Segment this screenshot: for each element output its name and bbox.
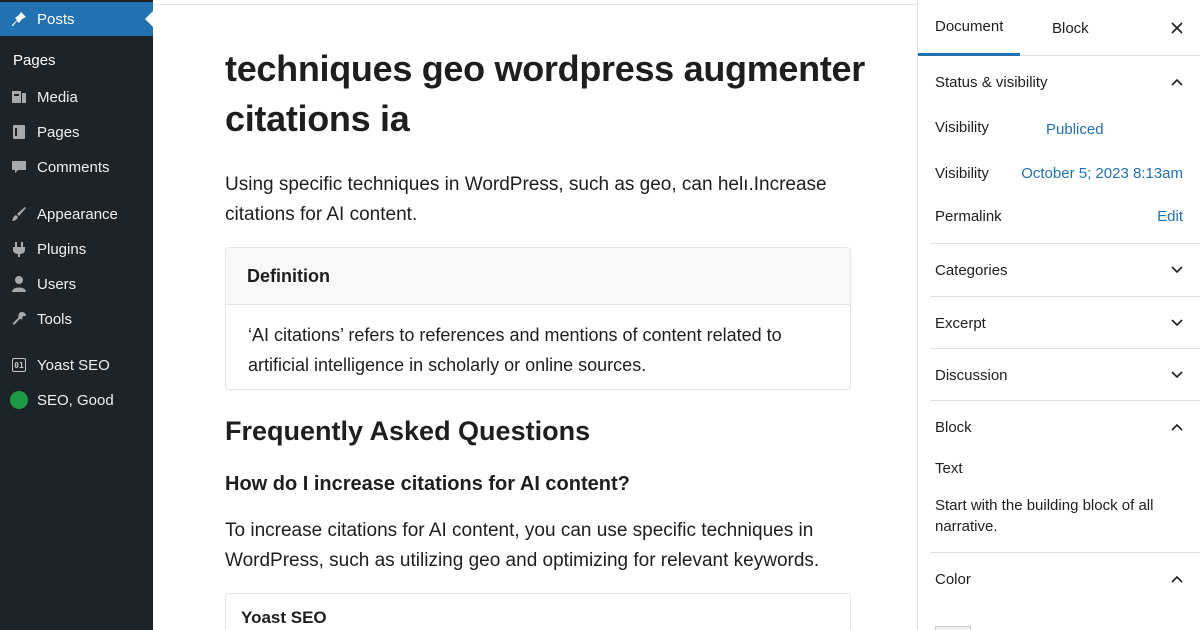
visibility-value-link[interactable]: Publiced bbox=[1046, 121, 1104, 138]
sidebar-item-label: Yoast SEO bbox=[37, 356, 110, 374]
chevron-down-icon bbox=[1169, 262, 1185, 278]
sidebar-item-label: Tools bbox=[37, 310, 73, 328]
sidebar-item-label: SEO, Good bbox=[37, 391, 114, 409]
chevron-up-icon bbox=[1169, 74, 1185, 90]
publish-date-label: Visibility bbox=[935, 165, 989, 182]
permalink-edit-link[interactable]: Edit bbox=[1157, 208, 1183, 225]
sidebar-item-appearance[interactable]: Appearance bbox=[0, 197, 153, 231]
categories-heading: Categories bbox=[935, 261, 1008, 279]
visibility-label: Visibility bbox=[935, 119, 989, 136]
tab-block[interactable]: Block bbox=[1035, 0, 1106, 56]
yoast-icon: 01 bbox=[10, 356, 28, 374]
sidebar-item-seo-score[interactable]: SEO, Good bbox=[0, 383, 153, 417]
chevron-down-icon bbox=[1169, 367, 1185, 383]
sidebar-item-label: Comments bbox=[37, 158, 110, 176]
chevron-up-icon bbox=[1169, 571, 1185, 587]
sidebar-item-media[interactable]: Media bbox=[0, 80, 153, 114]
definition-box[interactable]: Definition ‘AI citations’ refers to refe… bbox=[225, 247, 851, 390]
faq-question[interactable]: How do I increase citations for AI conte… bbox=[225, 473, 630, 496]
definition-heading: Definition bbox=[226, 248, 850, 305]
sidebar-item-comments[interactable]: Comments bbox=[0, 150, 153, 184]
status-visibility-toggle[interactable]: Status & visibility bbox=[918, 56, 1200, 108]
sidebar-item-label: Users bbox=[37, 275, 77, 293]
brush-icon bbox=[10, 205, 28, 223]
color-toggle[interactable]: Color bbox=[918, 553, 1200, 605]
sidebar-item-plugins[interactable]: Plugins bbox=[0, 232, 153, 266]
editor-divider bbox=[153, 4, 918, 5]
faq-answer[interactable]: To increase citations for AI content, yo… bbox=[225, 516, 865, 576]
yoast-seo-box[interactable]: Yoast SEO bbox=[225, 593, 851, 630]
publish-date-link[interactable]: October 5; 2023 8:13am bbox=[1021, 165, 1183, 182]
close-icon[interactable] bbox=[1167, 18, 1187, 38]
definition-body: ‘AI citations’ refers to references and … bbox=[248, 325, 782, 375]
sidebar-item-label: Plugins bbox=[37, 240, 87, 258]
user-icon bbox=[10, 275, 28, 293]
chevron-up-icon bbox=[1169, 419, 1185, 435]
status-visibility-heading: Status & visibility bbox=[935, 73, 1048, 91]
panel-tabs: Document Block bbox=[918, 0, 1200, 56]
sidebar-item-posts[interactable]: Posts bbox=[0, 2, 153, 36]
categories-toggle[interactable]: Categories bbox=[918, 244, 1200, 296]
tab-document[interactable]: Document bbox=[918, 0, 1021, 56]
sidebar-item-pages[interactable]: Pages bbox=[0, 115, 153, 149]
yoast-seo-box-label: Yoast SEO bbox=[241, 608, 327, 627]
chevron-down-icon bbox=[1169, 315, 1185, 331]
block-type-label: Text bbox=[935, 460, 963, 477]
seo-status-dot-icon bbox=[10, 391, 28, 409]
sidebar-item-yoast-seo[interactable]: 01 Yoast SEO bbox=[0, 348, 153, 382]
sidebar-item-label: Media bbox=[37, 88, 78, 106]
wrench-icon bbox=[10, 310, 28, 328]
discussion-toggle[interactable]: Discussion bbox=[918, 349, 1200, 401]
discussion-heading: Discussion bbox=[935, 366, 1008, 384]
sidebar-item-label: Pages bbox=[37, 123, 80, 141]
intro-paragraph[interactable]: Using specific techniques in WordPress, … bbox=[225, 170, 850, 230]
block-toggle[interactable]: Block bbox=[918, 401, 1200, 453]
media-icon bbox=[10, 88, 28, 106]
excerpt-toggle[interactable]: Excerpt bbox=[918, 297, 1200, 349]
excerpt-heading: Excerpt bbox=[935, 314, 986, 332]
sidebar-item-label: Posts bbox=[37, 10, 75, 28]
block-description: Start with the building block of all nar… bbox=[935, 497, 1154, 535]
permalink-label: Permalink bbox=[935, 208, 1002, 225]
faq-heading[interactable]: Frequently Asked Questions bbox=[225, 416, 590, 447]
settings-panel: Document Block Status & visibility Visib… bbox=[917, 0, 1200, 630]
pin-icon bbox=[10, 10, 28, 28]
editor-canvas: techniques geo wordpress augmenter citat… bbox=[153, 0, 918, 630]
sidebar-item-label: Appearance bbox=[37, 205, 118, 223]
sidebar-item-tools[interactable]: Tools bbox=[0, 302, 153, 336]
post-title[interactable]: techniques geo wordpress augmenter citat… bbox=[225, 44, 865, 144]
color-heading: Color bbox=[935, 570, 971, 588]
sidebar-submenu-pages[interactable]: Pages bbox=[13, 52, 56, 69]
color-swatch[interactable] bbox=[935, 626, 971, 630]
comments-icon bbox=[10, 158, 28, 176]
sidebar-item-users[interactable]: Users bbox=[0, 267, 153, 301]
pages-icon bbox=[10, 123, 28, 141]
block-heading: Block bbox=[935, 418, 972, 436]
admin-sidebar: Posts Pages Media Pages Comments Appeara… bbox=[0, 0, 153, 630]
plug-icon bbox=[10, 240, 28, 258]
